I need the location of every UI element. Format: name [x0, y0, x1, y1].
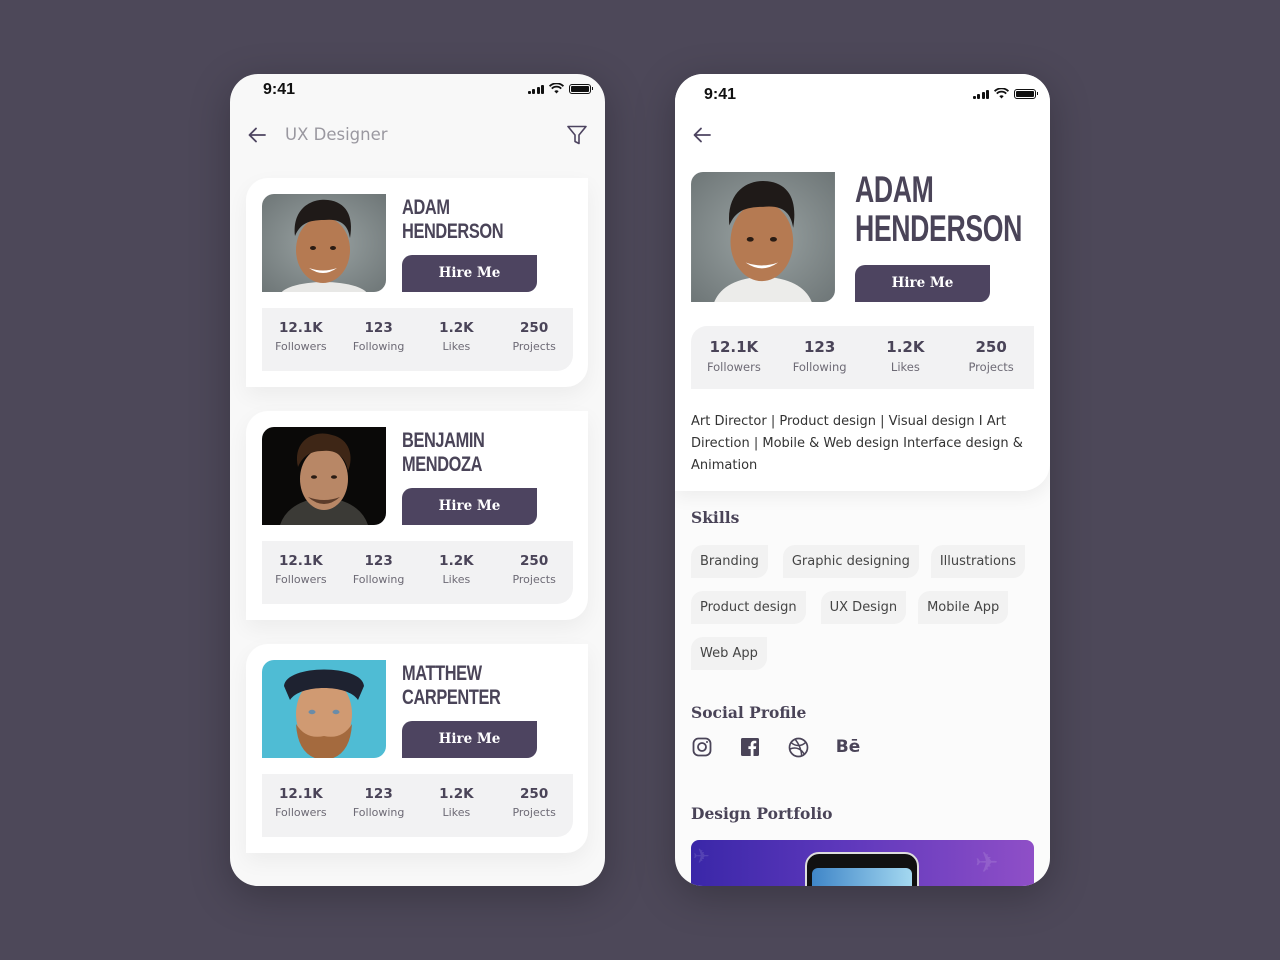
skill-chip[interactable]: Graphic designing — [782, 545, 919, 578]
profile-avatar — [691, 172, 835, 302]
stat-following: 123 Following — [352, 553, 405, 586]
avatar — [262, 427, 386, 525]
stat-projects: 250 Projects — [968, 338, 1014, 374]
wifi-icon — [994, 88, 1009, 99]
social-profile-heading: Social Profile — [691, 703, 807, 722]
filter-icon[interactable] — [565, 123, 589, 147]
designer-profile-screen: 9:41 Adam Henderson Hire Me 12.1K Follower… — [675, 74, 1050, 886]
hire-me-button[interactable]: Hire Me — [402, 488, 537, 525]
phone-mockup-screen — [812, 868, 912, 886]
stat-followers: 12.1K Followers — [275, 553, 327, 586]
stats-bar: 12.1K Followers 123 Following 1.2K Likes 25… — [262, 774, 573, 837]
stat-likes: 1.2K Likes — [439, 553, 474, 586]
hire-me-button[interactable]: Hire Me — [402, 255, 537, 292]
back-arrow-icon[interactable] — [691, 124, 713, 146]
airplane-icon: ✈ — [693, 844, 710, 868]
stat-following: 123 Following — [792, 338, 847, 374]
wifi-icon — [549, 83, 564, 94]
stats-bar: 12.1K Followers 123 Following 1.2K Likes 25… — [262, 308, 573, 371]
skills-heading: Skills — [691, 508, 740, 527]
stat-projects: 250 Projects — [512, 786, 556, 819]
back-arrow-icon[interactable] — [246, 124, 268, 146]
dribbble-icon[interactable] — [787, 736, 809, 758]
stat-following: 123 Following — [352, 786, 405, 819]
behance-icon[interactable]: Bē — [835, 736, 861, 758]
social-links: Bē — [691, 736, 861, 758]
designer-card[interactable]: Benjamin Mendoza Hire Me 12.1K Followers 1… — [246, 411, 588, 620]
skills-list: Branding Graphic designing Illustrations… — [691, 545, 1036, 670]
designer-name: Benjamin Mendoza — [402, 429, 485, 476]
signal-icon — [972, 89, 989, 99]
profile-bio: Art Director | Product design | Visual d… — [691, 414, 1023, 473]
designer-list-screen: 9:41 UX Designer Adam Henderson Hire Me 1… — [230, 74, 605, 886]
avatar — [262, 660, 386, 758]
stat-followers: 12.1K Followers — [706, 338, 761, 374]
skill-chip[interactable]: Web App — [691, 637, 767, 670]
skill-chip[interactable]: Mobile App — [918, 591, 1009, 624]
hire-me-button[interactable]: Hire Me — [402, 721, 537, 758]
status-bar: 9:41 — [230, 74, 605, 114]
stat-likes: 1.2K Likes — [439, 320, 474, 353]
battery-icon — [569, 83, 593, 94]
status-icons — [972, 88, 1038, 99]
stat-followers: 12.1K Followers — [275, 786, 327, 819]
status-icons — [527, 83, 593, 94]
status-time: 9:41 — [704, 86, 737, 103]
avatar — [262, 194, 386, 292]
stat-likes: 1.2K Likes — [439, 786, 474, 819]
profile-name: Adam Henderson — [855, 169, 1022, 249]
stat-following: 123 Following — [352, 320, 405, 353]
portfolio-thumbnail[interactable]: ✈ ✈ — [691, 840, 1034, 886]
signal-icon — [527, 84, 544, 94]
stat-likes: 1.2K Likes — [886, 338, 925, 374]
top-bar: UX Designer — [230, 122, 605, 152]
status-time: 9:41 — [263, 81, 296, 98]
airplane-icon: ✈ — [975, 846, 999, 879]
stat-projects: 250 Projects — [512, 320, 556, 353]
search-query-title[interactable]: UX Designer — [285, 125, 388, 144]
skill-chip[interactable]: Branding — [691, 545, 768, 578]
design-portfolio-heading: Design Portfolio — [691, 804, 833, 823]
phone-mockup — [805, 852, 919, 886]
designer-name: Matthew Carpenter — [402, 662, 501, 709]
stats-bar: 12.1K Followers 123 Following 1.2K Likes 25… — [262, 541, 573, 604]
stat-projects: 250 Projects — [512, 553, 556, 586]
status-bar: 9:41 — [675, 74, 1050, 114]
designer-card[interactable]: Matthew Carpenter Hire Me 12.1K Followers … — [246, 644, 588, 853]
instagram-icon[interactable] — [691, 736, 713, 758]
skill-chip[interactable]: Illustrations — [930, 545, 1025, 578]
top-bar — [675, 122, 1050, 152]
battery-icon — [1014, 88, 1038, 99]
stat-followers: 12.1K Followers — [275, 320, 327, 353]
designer-name: Adam Henderson — [402, 196, 504, 243]
designer-card[interactable]: Adam Henderson Hire Me 12.1K Followers 123… — [246, 178, 588, 387]
facebook-icon[interactable] — [739, 736, 761, 758]
skill-chip[interactable]: UX Design — [820, 591, 907, 624]
skill-chip[interactable]: Product design — [691, 591, 806, 624]
stats-bar: 12.1K Followers 123 Following 1.2K Likes 25… — [691, 326, 1034, 389]
hire-me-button[interactable]: Hire Me — [855, 265, 990, 302]
